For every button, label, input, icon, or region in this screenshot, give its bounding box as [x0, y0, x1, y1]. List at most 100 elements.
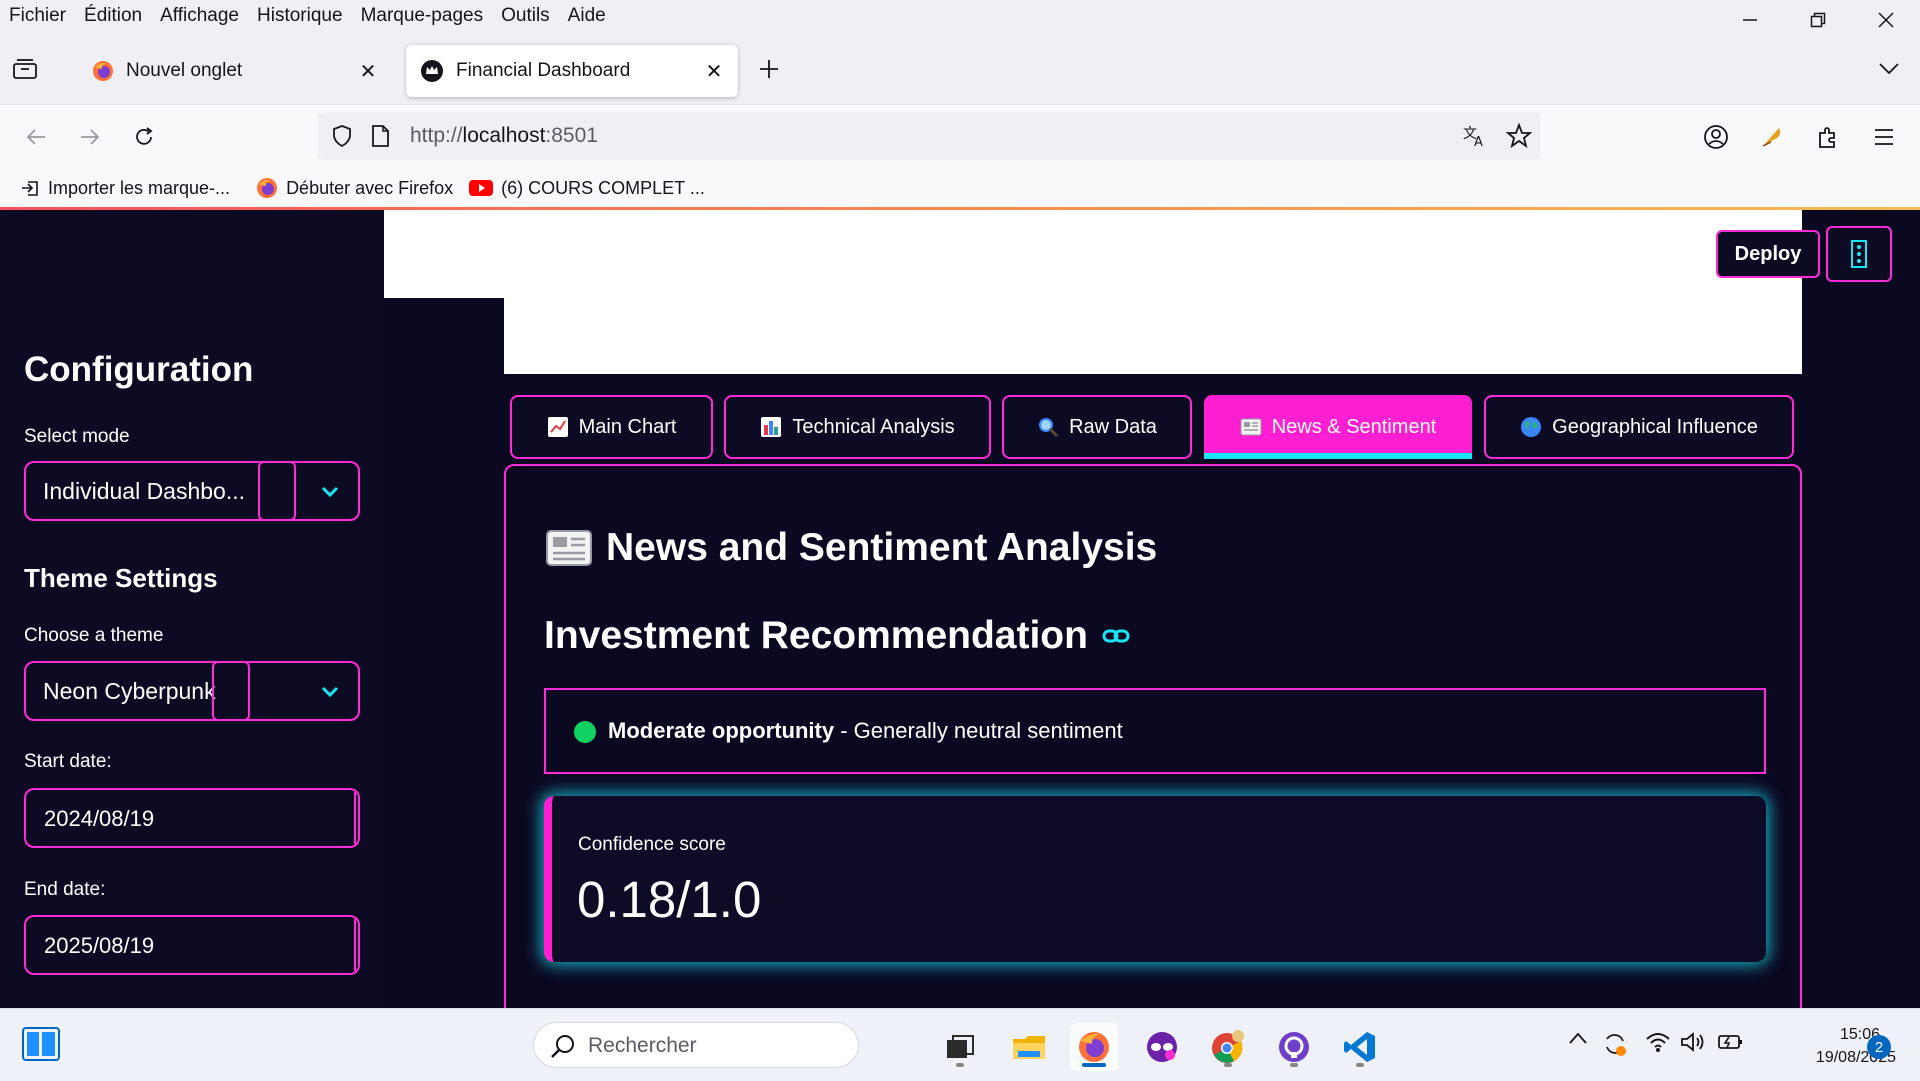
- extensions-button[interactable]: [1810, 119, 1846, 155]
- header-white-area: [384, 210, 1802, 298]
- tab-raw-data[interactable]: Raw Data: [1002, 395, 1192, 459]
- running-indicator: [1290, 1063, 1298, 1067]
- page-info-icon[interactable]: [370, 124, 390, 148]
- address-bar[interactable]: http://localhost:8501 文A: [318, 112, 1541, 160]
- taskbar-app-masked[interactable]: [1138, 1023, 1186, 1071]
- close-tab-icon[interactable]: ✕: [358, 59, 378, 84]
- notification-badge[interactable]: 2: [1867, 1035, 1891, 1059]
- menu-fichier[interactable]: Fichier: [0, 5, 75, 27]
- main-content: Deploy Main Chart Technical Analysis Raw…: [384, 210, 1920, 1008]
- puzzle-icon: [1819, 127, 1835, 148]
- extension-button[interactable]: [1754, 119, 1790, 155]
- battery-tray-button[interactable]: [1716, 1031, 1744, 1053]
- tab-title: Nouvel onglet: [126, 60, 243, 81]
- start-date-input[interactable]: 2024/08/19: [24, 788, 360, 848]
- translate-icon[interactable]: 文A: [1462, 124, 1488, 148]
- tab-label: Technical Analysis: [792, 415, 955, 438]
- taskbar-search[interactable]: Rechercher: [533, 1022, 859, 1068]
- wifi-tray-button[interactable]: [1645, 1031, 1671, 1053]
- bookmark-debuter-firefox[interactable]: Débuter avec Firefox: [256, 177, 453, 199]
- menu-aide[interactable]: Aide: [559, 5, 615, 27]
- taskbar-app-file-explorer[interactable]: [1005, 1023, 1053, 1071]
- start-button[interactable]: [22, 1027, 60, 1066]
- bookmark-star-icon[interactable]: [1506, 123, 1532, 149]
- new-tab-button[interactable]: [758, 58, 780, 85]
- account-button[interactable]: [1698, 119, 1734, 155]
- select-mode-label: Select mode: [24, 426, 130, 447]
- end-date-input[interactable]: 2025/08/19: [24, 915, 360, 975]
- tab-technical-analysis[interactable]: Technical Analysis: [724, 395, 991, 459]
- globe-icon: [1520, 416, 1542, 438]
- tracking-protection-shield-icon[interactable]: [330, 124, 354, 148]
- content-white-area: [504, 298, 1802, 374]
- section-heading: News and Sentiment Analysis: [546, 526, 1157, 570]
- theme-select[interactable]: Neon Cyberpunk: [24, 661, 360, 721]
- tab-geographical-influence[interactable]: Geographical Influence: [1484, 395, 1794, 459]
- tab-main-chart[interactable]: Main Chart: [510, 395, 713, 459]
- tab-panel-news-sentiment: News and Sentiment Analysis Investment R…: [504, 464, 1802, 1008]
- menu-historique[interactable]: Historique: [248, 5, 352, 27]
- anchor-link-icon[interactable]: [1102, 628, 1130, 644]
- menu-marque-pages[interactable]: Marque-pages: [352, 5, 493, 27]
- minimize-icon: [1743, 19, 1757, 21]
- app-menu-button[interactable]: [1866, 119, 1902, 155]
- taskbar-app-chrome[interactable]: [1204, 1023, 1252, 1071]
- main-menu-button[interactable]: [1826, 226, 1892, 282]
- browser-tab-new[interactable]: Nouvel onglet ✕: [68, 45, 392, 97]
- taskbar-clock[interactable]: 15:06 19/08/2025: [1758, 1023, 1896, 1069]
- sync-icon: [1606, 1034, 1626, 1056]
- show-hidden-icons-button[interactable]: [1568, 1031, 1588, 1045]
- more-vertical-icon: [1851, 240, 1867, 268]
- taskbar-app-vscode[interactable]: [1336, 1023, 1384, 1071]
- hamburger-menu-icon: [1875, 129, 1893, 145]
- bookmark-import[interactable]: Importer les marque-...: [20, 178, 230, 199]
- reload-button[interactable]: [126, 119, 162, 155]
- plus-icon: [760, 60, 778, 78]
- mode-select[interactable]: Individual Dashbo...: [24, 461, 360, 521]
- input-edge: [354, 792, 356, 844]
- metric-label: Confidence score: [578, 834, 726, 855]
- browser-tab-financial-dashboard[interactable]: Financial Dashboard ✕: [406, 45, 738, 97]
- bookmark-cours-complet[interactable]: (6) COURS COMPLET ...: [469, 178, 705, 199]
- tab-label: Main Chart: [578, 415, 677, 438]
- chevron-down-icon: [321, 486, 339, 498]
- deploy-button[interactable]: Deploy: [1716, 230, 1820, 278]
- input-edge: [354, 919, 356, 971]
- running-indicator: [1356, 1063, 1364, 1067]
- tab-overview-button[interactable]: [12, 58, 38, 85]
- vscode-icon: [1344, 1032, 1375, 1062]
- menu-affichage[interactable]: Affichage: [151, 5, 248, 27]
- taskbar-app-firefox[interactable]: [1070, 1023, 1118, 1071]
- volume-tray-button[interactable]: [1680, 1031, 1706, 1053]
- menu-outils[interactable]: Outils: [492, 5, 559, 27]
- back-button[interactable]: [18, 119, 54, 155]
- github-icon: [1279, 1032, 1309, 1062]
- close-tab-icon[interactable]: ✕: [704, 59, 724, 84]
- restore-icon: [1810, 12, 1826, 28]
- taskbar-app-github[interactable]: [1270, 1023, 1318, 1071]
- sync-tray-button[interactable]: [1602, 1031, 1628, 1057]
- bookmarks-toolbar: Importer les marque-... Débuter avec Fir…: [0, 168, 1920, 208]
- taskbar-app-taskview[interactable]: [936, 1023, 984, 1071]
- tab-news-sentiment[interactable]: News & Sentiment: [1204, 395, 1472, 459]
- end-date-label: End date:: [24, 879, 106, 900]
- battery-charging-icon: [1718, 1035, 1742, 1049]
- menu-edition[interactable]: Édition: [75, 5, 151, 27]
- theme-select-value: Neon Cyberpunk: [43, 678, 216, 704]
- mask-app-icon: [1147, 1032, 1177, 1062]
- running-indicator: [1224, 1063, 1232, 1067]
- firefox-icon: [93, 61, 113, 81]
- recommendation-alert: Moderate opportunity - Generally neutral…: [544, 688, 1766, 774]
- windows-start-icon: [22, 1027, 60, 1061]
- chevron-down-icon: [321, 686, 339, 698]
- choose-theme-label: Choose a theme: [24, 625, 164, 646]
- url-text[interactable]: http://localhost:8501: [410, 124, 598, 148]
- sidebar-title: Configuration: [24, 350, 254, 389]
- search-icon: [551, 1035, 574, 1058]
- import-icon: [22, 181, 38, 196]
- newspaper-icon: [1240, 417, 1262, 437]
- forward-button[interactable]: [72, 119, 108, 155]
- mode-select-value: Individual Dashbo...: [43, 478, 246, 504]
- chevron-down-icon: [1879, 63, 1899, 75]
- list-all-tabs-button[interactable]: [1878, 60, 1900, 81]
